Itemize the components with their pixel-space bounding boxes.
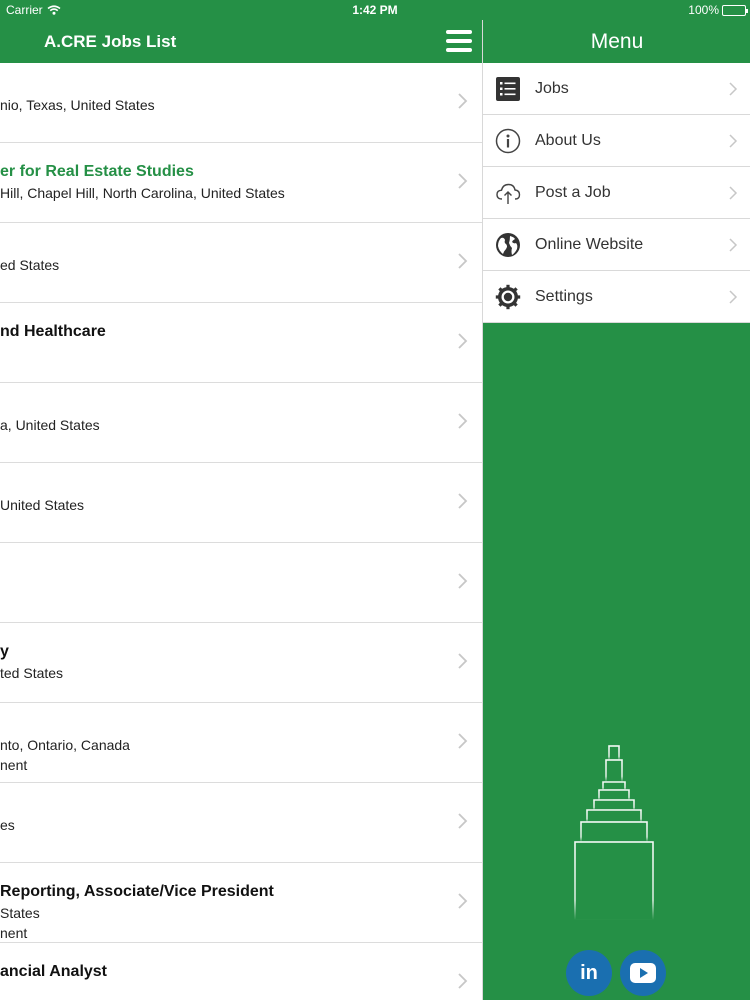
clock: 1:42 PM (352, 3, 398, 17)
job-location: Hill, Chapel Hill, North Carolina, Unite… (0, 185, 285, 201)
job-row[interactable]: Reporting, Associate/Vice President State… (0, 863, 482, 943)
job-row[interactable]: United States (0, 463, 482, 543)
job-location: nto, Ontario, Canada (0, 737, 130, 753)
menu-toggle-button[interactable] (446, 29, 472, 53)
job-row[interactable]: nto, Ontario, Canada nent (0, 703, 482, 783)
chevron-right-icon (729, 134, 738, 148)
menu-item-about-us[interactable]: About Us (483, 115, 750, 167)
status-bar: Carrier 1:42 PM 100% (0, 0, 750, 20)
battery-icon (722, 4, 748, 16)
globe-icon (496, 233, 520, 257)
job-title: Reporting, Associate/Vice President (0, 883, 274, 900)
chevron-right-icon (458, 653, 468, 669)
menu-item-label: Settings (535, 288, 593, 305)
youtube-button[interactable] (620, 950, 666, 996)
job-row[interactable]: ancial Analyst (0, 943, 482, 1000)
job-location: ted States (0, 665, 64, 681)
job-row[interactable]: er for Real Estate Studies Hill, Chapel H… (0, 143, 482, 223)
menu-item-label: About Us (535, 132, 601, 149)
job-title: nd Healthcare (0, 323, 106, 340)
job-title: ancial Analyst (0, 963, 108, 980)
menu-item-label: Jobs (535, 80, 569, 97)
chevron-right-icon (458, 253, 468, 269)
jobs-list-title: A.CRE Jobs List (44, 32, 177, 51)
chevron-right-icon (729, 186, 738, 200)
chevron-right-icon (729, 82, 738, 96)
menu-item-label: Online Website (535, 236, 644, 253)
menu-header: Menu (483, 20, 750, 63)
job-row[interactable] (0, 543, 482, 623)
menu-list: Jobs About Us Post a Job Online Website … (483, 63, 750, 323)
linkedin-button[interactable]: in (566, 950, 612, 996)
job-row[interactable]: ed States (0, 223, 482, 303)
battery-percent: 100% (688, 3, 719, 17)
chevron-right-icon (458, 333, 468, 349)
gear-icon (495, 284, 521, 310)
jobs-list-pane: A.CRE Jobs List nio, Texas, United State… (0, 20, 482, 1000)
job-location: States (0, 905, 40, 921)
job-row[interactable]: nio, Texas, United States (0, 63, 482, 143)
chevron-right-icon (729, 238, 738, 252)
job-location: es (0, 817, 15, 833)
building-logo-icon (574, 714, 654, 920)
menu-item-settings[interactable]: Settings (483, 271, 750, 323)
battery-indicator: 100% (688, 3, 748, 17)
chevron-right-icon (458, 733, 468, 749)
chevron-right-icon (729, 290, 738, 304)
job-detail: nent (0, 757, 28, 773)
job-location: a, United States (0, 417, 100, 433)
hamburger-icon (446, 30, 472, 34)
list-icon (496, 77, 520, 101)
chevron-right-icon (458, 493, 468, 509)
linkedin-icon: in (580, 961, 598, 984)
jobs-list: nio, Texas, United States er for Real Est… (0, 63, 482, 1000)
job-title: y (0, 643, 9, 660)
chevron-right-icon (458, 813, 468, 829)
info-icon (495, 128, 521, 154)
job-row[interactable]: a, United States (0, 383, 482, 463)
jobs-list-header: A.CRE Jobs List (0, 20, 482, 63)
job-title: er for Real Estate Studies (0, 163, 194, 180)
chevron-right-icon (458, 93, 468, 109)
menu-item-jobs[interactable]: Jobs (483, 63, 750, 115)
job-detail: nent (0, 925, 28, 941)
job-location: United States (0, 497, 85, 513)
job-row[interactable]: nd Healthcare (0, 303, 482, 383)
chevron-right-icon (458, 893, 468, 909)
youtube-icon (630, 963, 656, 983)
menu-title: Menu (590, 30, 644, 53)
cloud-upload-icon (496, 183, 521, 204)
menu-item-online-website[interactable]: Online Website (483, 219, 750, 271)
side-menu: Menu Jobs About Us Post a Job Online Web… (482, 20, 750, 1000)
chevron-right-icon (458, 173, 468, 189)
menu-item-label: Post a Job (535, 184, 611, 201)
job-location: nio, Texas, United States (0, 97, 155, 113)
job-row[interactable]: es (0, 783, 482, 863)
chevron-right-icon (458, 573, 468, 589)
job-location: ed States (0, 257, 60, 273)
job-row[interactable]: y ted States (0, 623, 482, 703)
menu-item-post-a-job[interactable]: Post a Job (483, 167, 750, 219)
chevron-right-icon (458, 413, 468, 429)
chevron-right-icon (458, 973, 468, 989)
